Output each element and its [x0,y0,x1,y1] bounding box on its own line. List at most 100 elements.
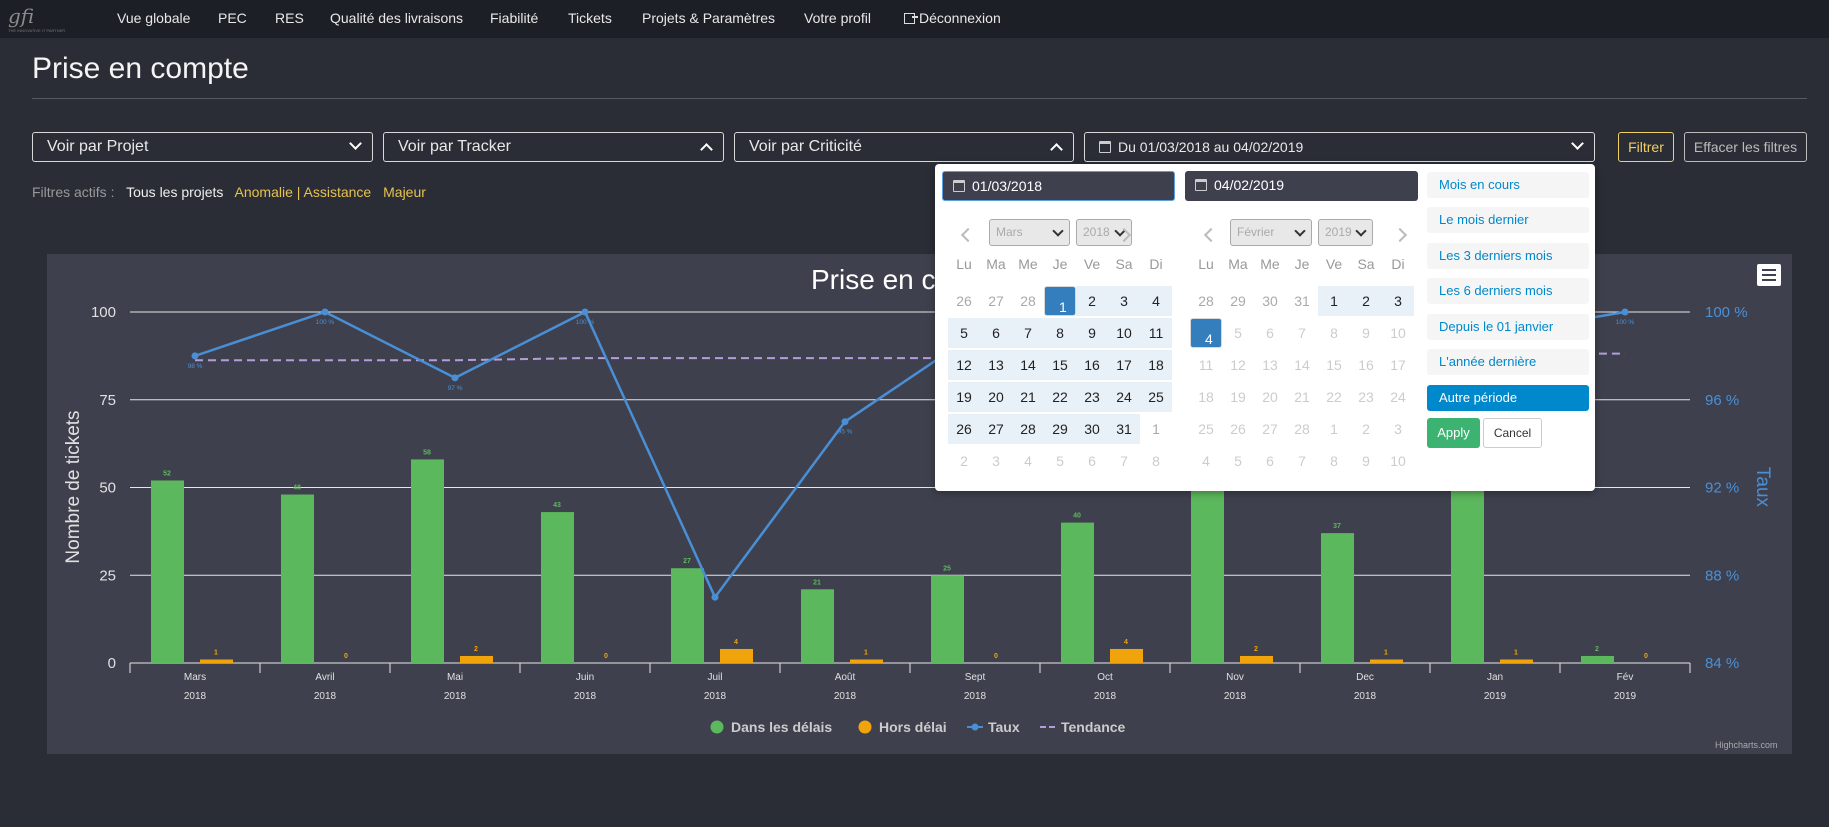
calendar-day[interactable]: 22 [1318,382,1350,412]
calendar-day[interactable]: 16 [1076,350,1108,380]
calendar-day[interactable]: 17 [1382,350,1414,380]
calendar-day[interactable]: 19 [1222,382,1254,412]
end-date-input[interactable]: 04/02/2019 [1185,171,1418,201]
calendar-day[interactable]: 3 [1108,286,1140,316]
calendar-day[interactable]: 14 [1012,350,1044,380]
calendar-day[interactable]: 7 [1012,318,1044,348]
calendar-day[interactable]: 13 [1254,350,1286,380]
calendar-day[interactable]: 3 [980,446,1012,476]
calendar-day[interactable]: 5 [1222,446,1254,476]
calendar-day[interactable]: 4 [1012,446,1044,476]
calendar-day[interactable]: 19 [948,382,980,412]
range-annee-derniere[interactable]: L'année dernière [1427,349,1589,375]
calendar-day[interactable]: 5 [1222,318,1254,348]
calendar-day[interactable]: 6 [1076,446,1108,476]
calendar-day[interactable]: 12 [948,350,980,380]
calendar-day[interactable]: 23 [1076,382,1108,412]
calendar-day[interactable]: 1 [1044,286,1076,316]
calendar-day[interactable]: 28 [1012,414,1044,444]
calendar-day[interactable]: 28 [1286,414,1318,444]
next-month-icon[interactable] [1392,227,1408,243]
calendar-day[interactable]: 25 [1140,382,1172,412]
legend-item[interactable]: Tendance [1061,719,1126,735]
calendar-day[interactable]: 15 [1318,350,1350,380]
calendar-day[interactable]: 14 [1286,350,1318,380]
calendar-day[interactable]: 16 [1350,350,1382,380]
calendar-day[interactable]: 13 [980,350,1012,380]
calendar-day[interactable]: 20 [1254,382,1286,412]
chart-credits[interactable]: Highcharts.com [1715,740,1778,750]
calendar-day[interactable]: 25 [1190,414,1222,444]
calendar-day[interactable]: 26 [1222,414,1254,444]
range-depuis-01-janvier[interactable]: Depuis le 01 janvier [1427,314,1589,340]
calendar-day[interactable]: 11 [1140,318,1172,348]
calendar-day[interactable]: 31 [1286,286,1318,316]
prev-month-icon[interactable] [1203,227,1219,243]
right-year-select[interactable]: 2019 [1318,219,1373,246]
calendar-day[interactable]: 21 [1286,382,1318,412]
legend-item[interactable]: Hors délai [879,719,947,735]
range-mois-dernier[interactable]: Le mois dernier [1427,207,1589,233]
calendar-day[interactable]: 3 [1382,286,1414,316]
apply-button[interactable]: Apply [1427,418,1480,448]
range-mois-en-cours[interactable]: Mois en cours [1427,172,1589,198]
calendar-day[interactable]: 7 [1286,318,1318,348]
calendar-day[interactable]: 24 [1108,382,1140,412]
calendar-day[interactable]: 4 [1140,286,1172,316]
calendar-day[interactable]: 1 [1140,414,1172,444]
calendar-day[interactable]: 21 [1012,382,1044,412]
calendar-day[interactable]: 9 [1350,318,1382,348]
calendar-day[interactable]: 9 [1076,318,1108,348]
cancel-button[interactable]: Cancel [1483,418,1542,448]
calendar-day[interactable]: 7 [1286,446,1318,476]
range-autre-periode[interactable]: Autre période [1427,385,1589,411]
prev-month-icon[interactable] [960,227,976,243]
calendar-day[interactable]: 10 [1382,446,1414,476]
calendar-day[interactable]: 6 [1254,318,1286,348]
calendar-day[interactable]: 27 [980,286,1012,316]
range-3-derniers-mois[interactable]: Les 3 derniers mois [1427,243,1589,269]
calendar-day[interactable]: 8 [1044,318,1076,348]
calendar-day[interactable]: 8 [1318,318,1350,348]
left-month-select[interactable]: Mars [989,219,1070,246]
calendar-day[interactable]: 28 [1012,286,1044,316]
range-6-derniers-mois[interactable]: Les 6 derniers mois [1427,278,1589,304]
legend-item[interactable]: Dans les délais [731,719,832,735]
calendar-day[interactable]: 27 [980,414,1012,444]
calendar-day[interactable]: 2 [1350,286,1382,316]
calendar-day[interactable]: 26 [948,414,980,444]
calendar-day[interactable]: 12 [1222,350,1254,380]
calendar-day[interactable]: 10 [1382,318,1414,348]
calendar-day[interactable]: 1 [1318,414,1350,444]
calendar-day[interactable]: 30 [1254,286,1286,316]
calendar-day[interactable]: 28 [1190,286,1222,316]
calendar-day[interactable]: 9 [1350,446,1382,476]
calendar-day[interactable]: 11 [1190,350,1222,380]
calendar-day[interactable]: 23 [1350,382,1382,412]
calendar-day[interactable]: 18 [1140,350,1172,380]
legend-item[interactable]: Taux [988,719,1020,735]
calendar-day[interactable]: 27 [1254,414,1286,444]
calendar-day[interactable]: 7 [1108,446,1140,476]
calendar-day[interactable]: 1 [1318,286,1350,316]
calendar-day[interactable]: 26 [948,286,980,316]
calendar-day[interactable]: 5 [948,318,980,348]
calendar-day[interactable]: 20 [980,382,1012,412]
calendar-day[interactable]: 29 [1222,286,1254,316]
calendar-day[interactable]: 30 [1076,414,1108,444]
calendar-day[interactable]: 4 [1190,446,1222,476]
calendar-day[interactable]: 18 [1190,382,1222,412]
calendar-day[interactable]: 31 [1108,414,1140,444]
start-date-input[interactable]: 01/03/2018 [942,171,1175,201]
calendar-day[interactable]: 6 [1254,446,1286,476]
calendar-day[interactable]: 2 [1350,414,1382,444]
calendar-day[interactable]: 15 [1044,350,1076,380]
calendar-day[interactable]: 8 [1140,446,1172,476]
calendar-day[interactable]: 2 [948,446,980,476]
calendar-day[interactable]: 5 [1044,446,1076,476]
chart-menu-button[interactable] [1757,264,1781,286]
calendar-day[interactable]: 8 [1318,446,1350,476]
calendar-day[interactable]: 4 [1190,318,1222,348]
calendar-day[interactable]: 17 [1108,350,1140,380]
right-month-select[interactable]: Février [1230,219,1312,246]
